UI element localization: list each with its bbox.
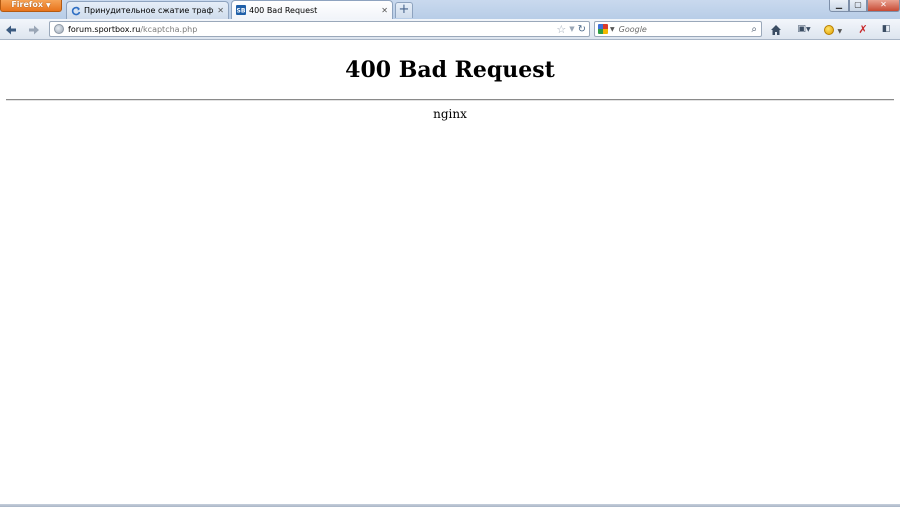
server-name: nginx	[433, 107, 467, 121]
tab-title: Принудительное сжатие трафика - ...	[84, 6, 214, 15]
home-button[interactable]	[768, 22, 783, 37]
reload-icon[interactable]: ↻	[578, 24, 586, 35]
chevron-down-icon[interactable]: ▼	[569, 25, 574, 33]
search-icon[interactable]: ⌕	[751, 24, 757, 35]
svg-text:SB: SB	[237, 8, 246, 15]
bookmarks-menu-button[interactable]: ▣▼	[793, 22, 815, 37]
divider	[6, 99, 894, 101]
refresh-icon	[71, 6, 81, 15]
sb-site-icon: SB	[236, 5, 246, 15]
arrow-right-icon	[29, 25, 39, 35]
minimize-button[interactable]: ▁	[829, 0, 849, 12]
page-title: 400 Bad Request	[345, 57, 555, 83]
tab-bad-request[interactable]: SB 400 Bad Request ✕	[231, 0, 393, 19]
page-content: 400 Bad Request nginx	[0, 41, 900, 504]
bookmarks-icon: ▣	[797, 24, 806, 34]
tab-title: 400 Bad Request	[249, 5, 318, 15]
tab-compression[interactable]: Принудительное сжатие трафика - ... ✕	[66, 1, 229, 19]
star-icon[interactable]: ☆	[556, 23, 566, 36]
sidebar-icon: ◧	[881, 24, 891, 34]
new-tab-button[interactable]: +	[395, 2, 413, 18]
globe-icon	[54, 24, 64, 34]
chevron-down-icon: ▼	[805, 26, 811, 33]
home-icon	[770, 25, 781, 35]
address-bar[interactable]: forum.sportbox.ru/kcaptcha.php ☆ ▼ ↻	[49, 21, 590, 37]
sidebar-button[interactable]: ◧	[879, 22, 893, 37]
firefox-menu-button[interactable]: Firefox ▼	[0, 0, 62, 12]
chevron-down-icon: ▼	[46, 2, 51, 9]
navigation-toolbar: forum.sportbox.ru/kcaptcha.php ☆ ▼ ↻ ▼ ⌕…	[0, 19, 900, 40]
maximize-button[interactable]: ▢	[849, 0, 867, 12]
close-window-button[interactable]: ✕	[867, 0, 900, 12]
close-icon[interactable]: ✕	[217, 6, 224, 15]
back-button[interactable]	[3, 22, 19, 37]
close-icon[interactable]: ✕	[381, 6, 388, 15]
url-path: /kcaptcha.php	[140, 24, 198, 34]
search-input[interactable]	[618, 24, 752, 34]
addon-button[interactable]: ▼	[822, 22, 844, 37]
smiley-icon	[823, 25, 834, 35]
search-bar: ▼ ⌕	[594, 21, 762, 37]
kaspersky-icon: ✗	[858, 23, 868, 36]
google-icon[interactable]	[598, 24, 608, 34]
tab-strip: Firefox▼ Принудительное сжатие трафика -…	[0, 0, 900, 19]
arrow-left-icon	[6, 25, 16, 35]
firefox-menu-label: Firefox	[11, 0, 44, 9]
url-text[interactable]: forum.sportbox.ru/kcaptcha.php	[68, 25, 556, 34]
forward-button[interactable]	[26, 22, 42, 37]
chevron-down-icon: ▼	[837, 28, 843, 35]
antivirus-button[interactable]: ✗	[856, 22, 870, 37]
url-domain: forum.sportbox.ru	[68, 24, 141, 34]
chevron-down-icon[interactable]: ▼	[610, 26, 615, 33]
